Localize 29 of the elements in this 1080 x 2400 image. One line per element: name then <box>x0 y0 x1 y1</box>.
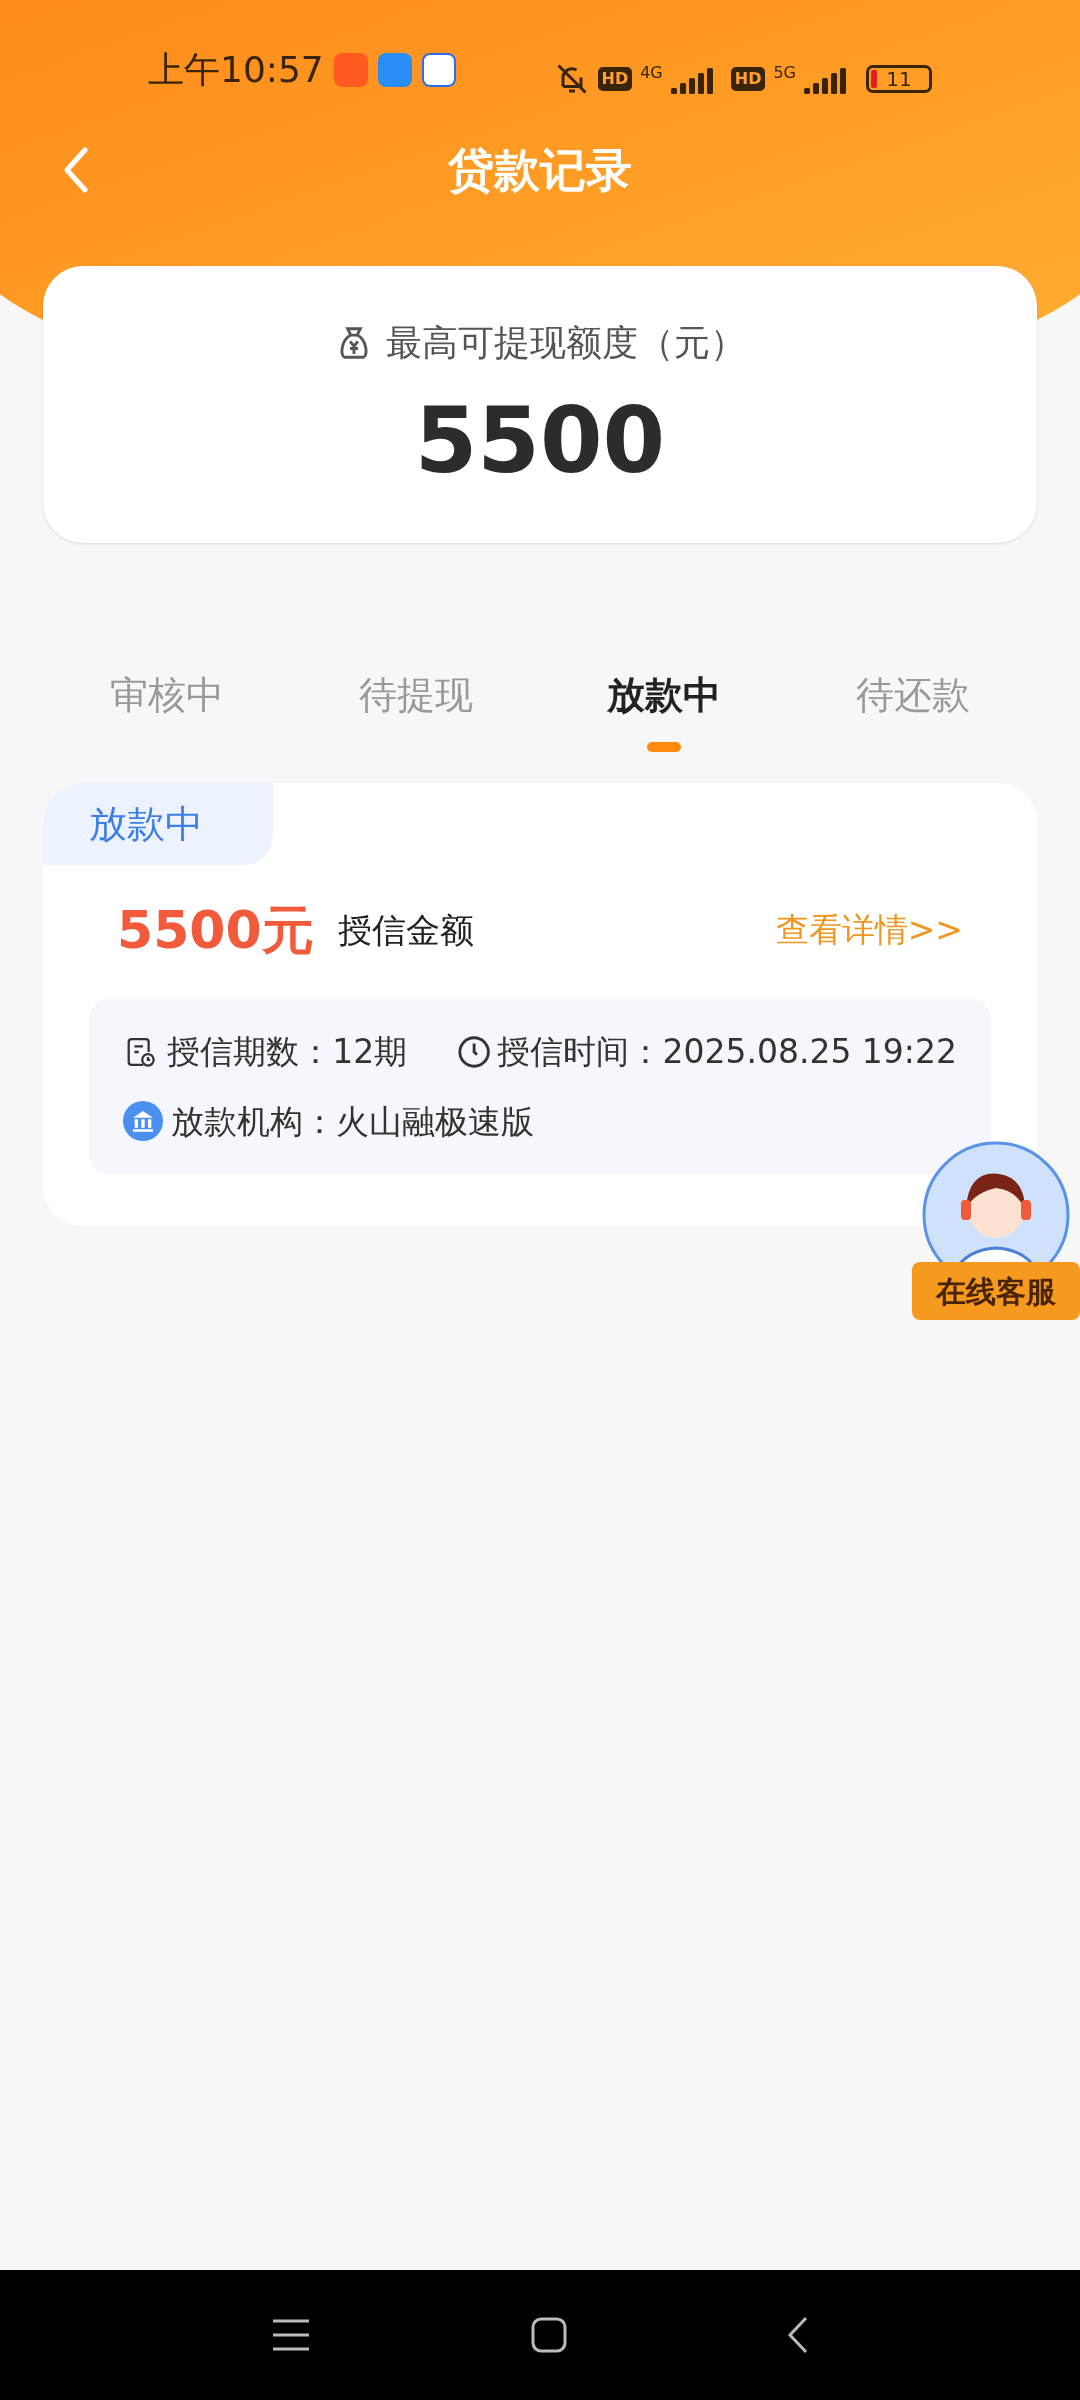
bank-icon <box>123 1101 163 1142</box>
quota-amount: 5500 <box>414 396 666 486</box>
credit-amount: 5500元 <box>117 899 314 962</box>
menu-icon[interactable] <box>271 2318 311 2352</box>
back-icon[interactable] <box>787 2316 809 2354</box>
app-icon <box>421 53 456 87</box>
page-title: 贷款记录 <box>448 141 632 199</box>
network-label: 4G <box>640 62 663 84</box>
tab[interactable]: 审核中 <box>43 663 292 763</box>
network-label: 5G <box>773 62 796 84</box>
app-icon <box>377 53 412 87</box>
status-tag: 放款中 <box>43 783 273 865</box>
online-service-button[interactable]: 在线客服 <box>912 1140 1080 1320</box>
status-time: 上午10:57 <box>148 48 324 92</box>
app-icon <box>333 53 368 87</box>
hd-badge: HD <box>730 67 766 91</box>
tab[interactable]: 放款中 <box>540 663 789 763</box>
tab-indicator <box>647 742 682 752</box>
tab[interactable]: 待提现 <box>291 663 540 763</box>
lender-text: 放款机构：火山融极速版 <box>171 1100 534 1143</box>
details-link[interactable]: 查看详情>> <box>775 905 963 955</box>
amount-label: 授信金额 <box>337 908 474 952</box>
hd-badge: HD <box>597 67 633 91</box>
term-text: 授信期数：12期 <box>167 1031 408 1073</box>
time-text: 授信时间：2025.08.25 19:22 <box>497 1031 957 1073</box>
battery-icon: 11 <box>866 65 932 93</box>
tab[interactable]: 待还款 <box>788 663 1037 763</box>
quota-label: 最高可提现额度（元） <box>386 321 746 365</box>
home-icon[interactable] <box>531 2317 567 2353</box>
